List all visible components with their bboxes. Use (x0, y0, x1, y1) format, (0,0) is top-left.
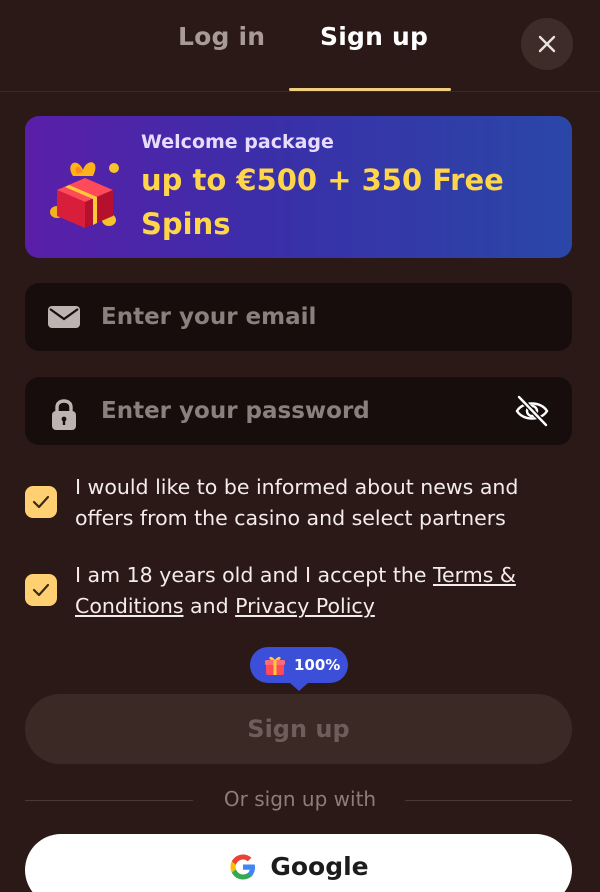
banner-subtitle: Welcome package (141, 131, 334, 153)
google-button-label: Google (270, 852, 369, 881)
bonus-badge-pointer (289, 682, 309, 691)
divider-right (405, 800, 572, 801)
active-tab-indicator (289, 88, 451, 91)
privacy-policy-link[interactable]: Privacy Policy (235, 594, 375, 618)
google-signup-button[interactable]: Google (25, 834, 572, 892)
eye-slash-icon[interactable] (513, 393, 551, 429)
password-field[interactable] (25, 377, 572, 445)
google-logo-icon (230, 854, 256, 880)
envelope-icon (48, 306, 80, 328)
checkmark-icon (32, 495, 50, 509)
signup-button[interactable]: Sign up (25, 694, 572, 764)
bonus-badge-label: 100% (294, 656, 341, 674)
close-button[interactable] (521, 18, 573, 70)
gift-icon (265, 656, 285, 675)
terms-consent-prefix: I am 18 years old and I accept the (75, 563, 433, 587)
terms-consent-label: I am 18 years old and I accept the Terms… (75, 560, 575, 622)
terms-consent-checkbox[interactable] (25, 574, 57, 606)
email-input[interactable] (101, 283, 521, 351)
news-consent-label: I would like to be informed about news a… (75, 475, 519, 530)
close-icon (538, 35, 556, 53)
gift-box-icon (50, 162, 119, 228)
lock-icon (52, 399, 76, 430)
news-consent-checkbox[interactable] (25, 486, 57, 518)
checkmark-icon (32, 583, 50, 597)
social-divider-text: Or sign up with (223, 787, 377, 811)
tab-login[interactable]: Log in (178, 22, 265, 51)
email-field[interactable] (25, 283, 572, 351)
password-input[interactable] (101, 377, 521, 445)
terms-consent-and: and (183, 594, 236, 618)
tab-signup[interactable]: Sign up (320, 22, 428, 51)
auth-tabs: Log in Sign up (0, 0, 600, 92)
bonus-badge: 100% (250, 647, 348, 683)
banner-title: up to €500 + 350 Free Spins (141, 163, 504, 241)
welcome-banner: Welcome package up to €500 + 350 Free Sp… (25, 116, 572, 258)
